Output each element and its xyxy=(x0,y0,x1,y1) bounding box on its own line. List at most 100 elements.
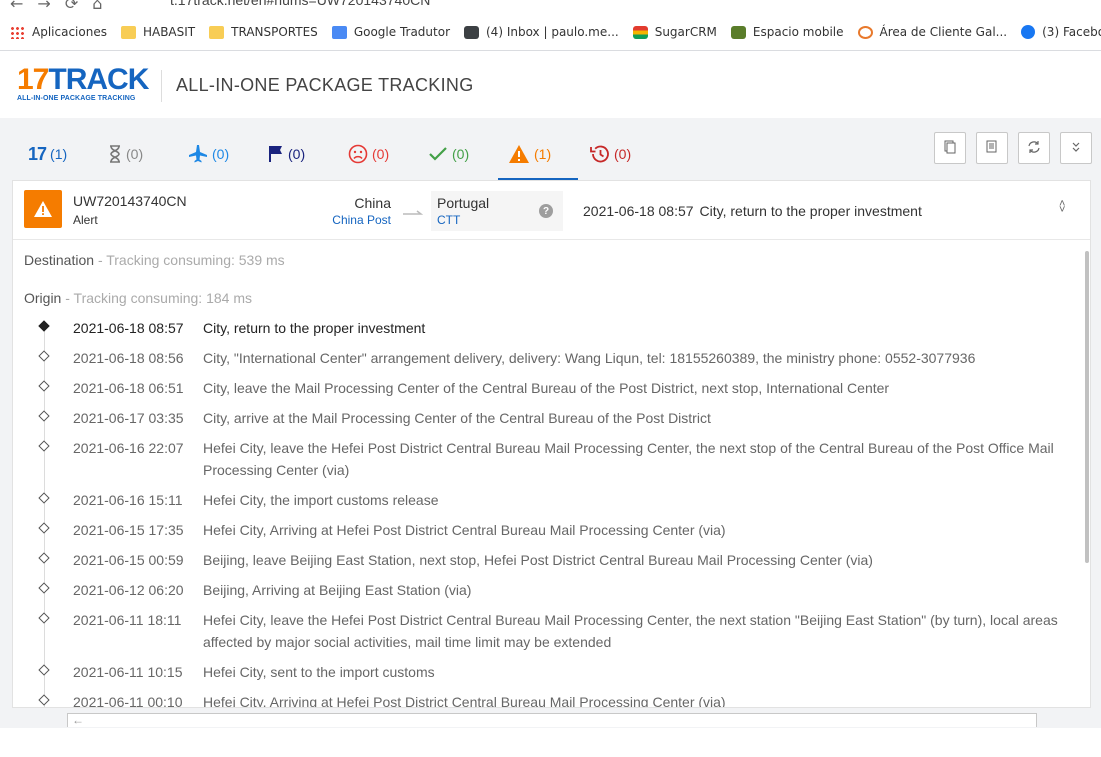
bookmark-label: Área de Cliente Gal... xyxy=(879,25,1008,39)
espacio-icon xyxy=(730,25,746,39)
hourglass-icon xyxy=(108,145,122,163)
event-text: Hefei City, leave the Hefei Post Distric… xyxy=(203,440,1054,478)
timeline-event: 2021-06-12 06:20 Beijing, Arriving at Bei… xyxy=(13,579,1078,609)
refresh-button[interactable] xyxy=(1018,132,1050,164)
event-text: City, return to the proper investment xyxy=(203,320,426,336)
apps-grid-icon xyxy=(10,25,25,39)
origin-country: China xyxy=(354,195,391,211)
bottom-input-field[interactable]: ← xyxy=(67,713,1037,727)
event-text: Hefei City, Arriving at Hefei Post Distr… xyxy=(203,522,726,538)
facebook-icon xyxy=(1021,25,1036,39)
copy-all-icon xyxy=(986,140,998,157)
17track-logo[interactable]: 17TRACK ALL-IN-ONE PACKAGE TRACKING xyxy=(17,65,149,103)
tracking-card: UW720143740CN Alert China China Post Por… xyxy=(12,180,1091,708)
timeline-node-icon xyxy=(38,582,50,594)
timeline-event: 2021-06-11 10:15 Hefei City, sent to the … xyxy=(13,661,1078,691)
collapse-all-button[interactable] xyxy=(1060,132,1092,164)
timeline-node-icon xyxy=(38,380,50,392)
event-text: Beijing, leave Beijing East Station, nex… xyxy=(203,552,873,568)
event-text: City, leave the Mail Processing Center o… xyxy=(203,380,890,396)
tab-undelivered[interactable]: (0) xyxy=(338,128,418,180)
scrollbar-thumb[interactable] xyxy=(1085,251,1089,563)
bookmark-habasit[interactable]: HABASIT xyxy=(120,25,195,39)
event-text: Beijing, Arriving at Beijing East Statio… xyxy=(203,582,472,598)
tab-count: (0) xyxy=(288,146,306,162)
origin-section: Origin - Tracking consuming: 184 ms xyxy=(24,290,252,306)
tab-count: (0) xyxy=(614,146,632,162)
tab-in-transit[interactable]: (0) xyxy=(178,128,258,180)
shipment-summary[interactable]: UW720143740CN Alert China China Post Por… xyxy=(13,181,1090,240)
sad-face-icon xyxy=(348,144,368,164)
refresh-icon xyxy=(1027,140,1041,157)
folder-icon xyxy=(120,25,136,39)
bookmark-label: (4) Inbox | paulo.me... xyxy=(486,25,619,39)
event-time: 2021-06-15 00:59 xyxy=(73,552,184,568)
destination-country: Portugal xyxy=(437,195,490,211)
bookmark-aplicaciones[interactable]: Aplicaciones xyxy=(10,25,107,39)
timeline-node-icon xyxy=(38,522,50,534)
timeline-node-icon xyxy=(38,694,50,706)
timeline-event: 2021-06-16 22:07 Hefei City, leave the He… xyxy=(13,437,1078,489)
chevron-collapse-icon[interactable]: ˄ ˅ xyxy=(1059,199,1065,216)
event-text: City, "International Center" arrangement… xyxy=(203,350,976,366)
logo-subtitle: ALL-IN-ONE PACKAGE TRACKING xyxy=(17,95,136,102)
tracking-number[interactable]: UW720143740CN xyxy=(73,193,187,209)
bookmarks-bar: Aplicaciones HABASIT TRANSPORTES Google … xyxy=(0,14,1101,51)
url-text[interactable]: t.17track.net/en#nums=UW720143740CN xyxy=(170,0,430,8)
latest-event: 2021-06-18 08:57 City, return to the prop… xyxy=(583,203,922,219)
tab-alert[interactable]: (1) xyxy=(498,128,578,180)
tab-all[interactable]: 17 (1) xyxy=(18,128,98,180)
client-area-icon xyxy=(857,25,873,39)
tab-delivered[interactable]: (0) xyxy=(418,128,498,180)
browser-url-bar[interactable]: ←→⟳⌂ t.17track.net/en#nums=UW720143740CN xyxy=(0,0,1101,14)
toolbar-buttons xyxy=(924,132,1092,164)
event-time: 2021-06-11 10:15 xyxy=(73,664,183,680)
bookmark-facebook[interactable]: (3) Facebook xyxy=(1021,25,1101,39)
bookmark-label: (3) Facebook xyxy=(1042,25,1101,39)
copy-button[interactable] xyxy=(934,132,966,164)
copy-all-button[interactable] xyxy=(976,132,1008,164)
destination-box: Portugal CTT ? xyxy=(431,191,563,231)
bookmark-label: Aplicaciones xyxy=(32,25,107,39)
event-time: 2021-06-15 17:35 xyxy=(73,522,184,538)
event-timeline: 2021-06-18 08:57 City, return to the prop… xyxy=(13,317,1078,708)
warning-icon xyxy=(508,144,530,164)
tab-pick-up[interactable]: (0) xyxy=(258,128,338,180)
timeline-node-icon xyxy=(38,612,50,624)
bookmark-inbox[interactable]: (4) Inbox | paulo.me... xyxy=(464,25,619,39)
bookmark-area-cliente[interactable]: Área de Cliente Gal... xyxy=(857,25,1008,39)
collapse-icon xyxy=(1071,141,1081,156)
event-time: 2021-06-18 08:57 xyxy=(73,320,184,336)
inbox-icon xyxy=(464,25,479,39)
event-time: 2021-06-16 22:07 xyxy=(73,440,184,456)
airplane-icon xyxy=(188,145,208,163)
tab-expired[interactable]: (0) xyxy=(578,128,658,180)
status-filter-tabs: 17 (1) (0) (0) (0) (0) (0) (1) (0) xyxy=(18,128,658,180)
bookmark-espacio-mobile[interactable]: Espacio mobile xyxy=(730,25,844,39)
event-text: Hefei City, sent to the import customs xyxy=(203,664,435,680)
event-text: Hefei City, the import customs release xyxy=(203,492,439,508)
bookmark-label: SugarCRM xyxy=(654,25,717,39)
origin-carrier-link[interactable]: China Post xyxy=(313,213,391,227)
arrow-left-icon: ← xyxy=(72,713,84,727)
timeline-event: 2021-06-18 08:56 City, "International Cen… xyxy=(13,347,1078,377)
destination-meta: - Tracking consuming: 539 ms xyxy=(97,252,285,268)
tab-not-found[interactable]: (0) xyxy=(98,128,178,180)
destination-carrier-link[interactable]: CTT xyxy=(437,213,460,227)
tab-count: (1) xyxy=(50,146,68,162)
event-text: Hefei City, Arriving at Hefei Post Distr… xyxy=(203,694,726,708)
bookmark-label: Espacio mobile xyxy=(752,25,844,39)
card-scrollbar[interactable] xyxy=(1083,241,1090,707)
bookmark-transportes[interactable]: TRANSPORTES xyxy=(209,25,318,39)
copy-icon xyxy=(944,140,956,157)
browser-nav-icons[interactable]: ←→⟳⌂ xyxy=(10,0,116,13)
timeline-event: 2021-06-18 06:51 City, leave the Mail Pro… xyxy=(13,377,1078,407)
timeline-event: 2021-06-11 00:10 Hefei City, Arriving at … xyxy=(13,691,1078,708)
help-icon[interactable]: ? xyxy=(539,204,553,218)
timeline-node-icon xyxy=(38,350,50,362)
event-time: 2021-06-12 06:20 xyxy=(73,582,184,598)
bookmark-google-tradutor[interactable]: Google Tradutor xyxy=(331,25,450,39)
timeline-event: 2021-06-15 17:35 Hefei City, Arriving at … xyxy=(13,519,1078,549)
bookmark-sugarcrm[interactable]: SugarCRM xyxy=(632,25,717,39)
route-arrow-icon xyxy=(403,205,424,215)
